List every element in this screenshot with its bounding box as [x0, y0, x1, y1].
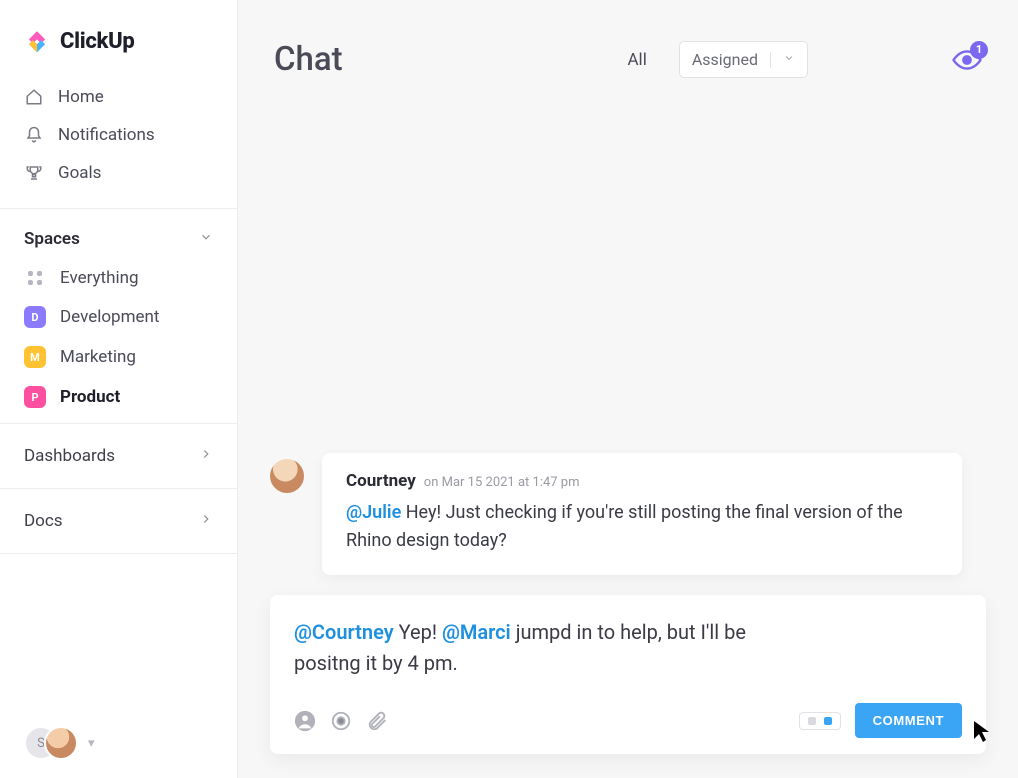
- message-author: Courtney: [346, 471, 416, 491]
- user-avatar: [44, 726, 78, 760]
- spaces-header[interactable]: Spaces: [0, 215, 237, 259]
- mention[interactable]: @Julie: [346, 502, 401, 523]
- toggle-on-icon: [824, 717, 832, 725]
- space-label: Everything: [60, 268, 139, 288]
- toggle-off-icon: [808, 717, 816, 725]
- watchers-count-badge: 1: [970, 41, 988, 59]
- mention[interactable]: @Courtney: [294, 620, 394, 644]
- trophy-icon: [24, 164, 44, 182]
- message-list: Courtney on Mar 15 2021 at 1:47 pm @Juli…: [238, 89, 1018, 595]
- grid-icon: [24, 271, 46, 285]
- sidebar-item-docs[interactable]: Docs: [0, 495, 237, 547]
- assign-icon[interactable]: [294, 710, 316, 732]
- divider: [0, 553, 237, 554]
- divider: [0, 488, 237, 489]
- nav-label: Goals: [58, 163, 101, 183]
- message: Courtney on Mar 15 2021 at 1:47 pm @Juli…: [270, 453, 986, 575]
- dropdown-value: Assigned: [692, 50, 758, 69]
- visibility-toggle[interactable]: [799, 712, 841, 730]
- nav-goals[interactable]: Goals: [0, 154, 237, 192]
- filter-dropdown[interactable]: Assigned: [679, 41, 808, 78]
- chevron-down-icon: ▾: [88, 736, 95, 751]
- nav-label: Home: [58, 87, 104, 107]
- watchers-button[interactable]: 1: [952, 49, 982, 71]
- sidebar-item-everything[interactable]: Everything: [0, 259, 237, 297]
- sidebar-item-development[interactable]: D Development: [0, 297, 237, 337]
- section-label: Docs: [24, 511, 63, 531]
- divider: [0, 208, 237, 209]
- clickup-logo-icon: [24, 28, 50, 54]
- sidebar-item-dashboards[interactable]: Dashboards: [0, 430, 237, 482]
- chevron-down-icon: [199, 229, 213, 249]
- chevron-right-icon: [199, 446, 213, 466]
- nav-label: Notifications: [58, 125, 155, 145]
- comment-button[interactable]: COMMENT: [855, 703, 962, 738]
- space-chip: M: [24, 346, 46, 368]
- user-switcher[interactable]: S ▾: [0, 708, 237, 778]
- compose-box[interactable]: @Courtney Yep! @Marci jumpd in to help, …: [270, 595, 986, 754]
- message-timestamp: on Mar 15 2021 at 1:47 pm: [424, 475, 580, 490]
- space-chip: D: [24, 306, 46, 328]
- sidebar: ClickUp Home Notifications Goals: [0, 0, 238, 778]
- home-icon: [24, 88, 44, 106]
- page-title: Chat: [274, 40, 343, 79]
- record-icon[interactable]: [330, 710, 352, 732]
- chat-pane: Chat All Assigned 1: [238, 0, 1018, 778]
- brand-logo[interactable]: ClickUp: [0, 0, 237, 72]
- compose-toolbar: COMMENT: [294, 703, 962, 738]
- nav-home[interactable]: Home: [0, 78, 237, 116]
- message-body: @Julie Hey! Just checking if you're stil…: [346, 499, 938, 555]
- divider: [770, 52, 771, 68]
- mention[interactable]: @Marci: [442, 620, 511, 644]
- chevron-down-icon: [783, 52, 795, 67]
- filter-all[interactable]: All: [627, 50, 646, 70]
- chevron-right-icon: [199, 511, 213, 531]
- section-label: Dashboards: [24, 446, 115, 466]
- nav-notifications[interactable]: Notifications: [0, 116, 237, 154]
- divider: [0, 423, 237, 424]
- space-label: Product: [60, 387, 120, 407]
- avatar[interactable]: [270, 459, 304, 493]
- sidebar-item-product[interactable]: P Product: [0, 377, 237, 417]
- sidebar-item-marketing[interactable]: M Marketing: [0, 337, 237, 377]
- bell-icon: [24, 126, 44, 144]
- message-bubble[interactable]: Courtney on Mar 15 2021 at 1:47 pm @Juli…: [322, 453, 962, 575]
- primary-nav: Home Notifications Goals: [0, 72, 237, 202]
- space-chip: P: [24, 386, 46, 408]
- attachment-icon[interactable]: [366, 710, 388, 732]
- avatar-stack: S: [24, 726, 78, 760]
- compose-input[interactable]: @Courtney Yep! @Marci jumpd in to help, …: [294, 617, 814, 679]
- chat-header: Chat All Assigned 1: [238, 0, 1018, 89]
- brand-name: ClickUp: [60, 29, 135, 54]
- space-label: Marketing: [60, 347, 136, 367]
- spaces-label: Spaces: [24, 229, 80, 249]
- space-label: Development: [60, 307, 159, 327]
